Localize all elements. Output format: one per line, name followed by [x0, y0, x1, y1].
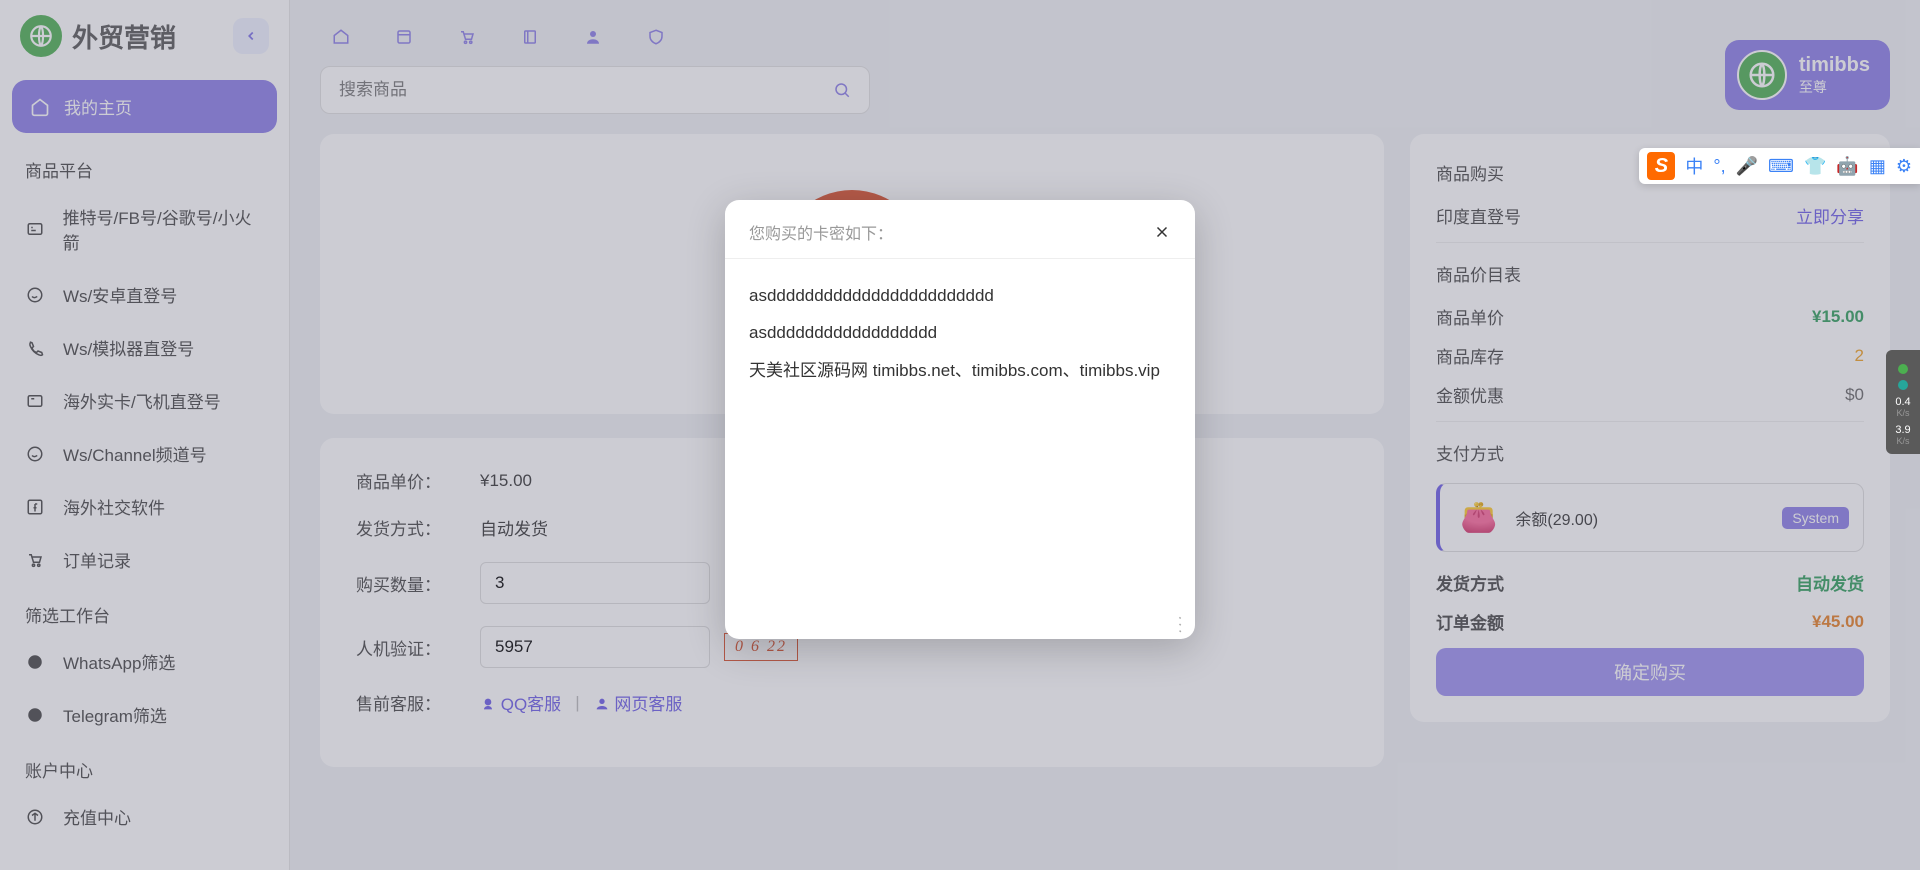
modal-body: asdddddddddddddddddddddddd asddddddddddd…	[725, 259, 1195, 639]
card-key-line: 天美社区源码网 timibbs.net、timibbs.com、timibbs.…	[749, 352, 1171, 389]
card-key-line: asdddddddddddddddddd	[749, 314, 1171, 351]
modal-title: 您购买的卡密如下：	[749, 220, 893, 244]
sogou-logo-icon: S	[1647, 152, 1675, 180]
modal-header: 您购买的卡密如下：	[725, 200, 1195, 259]
ime-toolbar[interactable]: S 中 °, 🎤 ⌨ 👕 🤖 ▦ ⚙	[1639, 148, 1920, 184]
card-keys-modal: 您购买的卡密如下： asdddddddddddddddddddddddd asd…	[725, 200, 1195, 639]
modal-overlay[interactable]: 您购买的卡密如下： asdddddddddddddddddddddddd asd…	[0, 0, 1920, 870]
card-key-line: asdddddddddddddddddddddddd	[749, 277, 1171, 314]
modal-close-button[interactable]	[1153, 223, 1171, 241]
ime-robot-icon[interactable]: 🤖	[1836, 156, 1858, 177]
close-icon	[1153, 223, 1171, 241]
ime-mic-icon[interactable]: 🎤	[1736, 156, 1758, 177]
ime-shirt-icon[interactable]: 👕	[1804, 156, 1826, 177]
ime-lang-indicator[interactable]: 中	[1685, 153, 1703, 179]
ime-settings-icon[interactable]: ⚙	[1896, 156, 1912, 177]
download-speed: 3.9 K/s	[1888, 424, 1918, 446]
ime-keyboard-icon[interactable]: ⌨	[1768, 156, 1794, 177]
status-dot-teal	[1898, 380, 1908, 390]
network-speed-indicator[interactable]: 0.4 K/s 3.9 K/s	[1886, 350, 1920, 454]
status-dot-green	[1898, 364, 1908, 374]
ime-grid-icon[interactable]: ▦	[1869, 156, 1886, 177]
ime-punct-icon[interactable]: °,	[1713, 156, 1725, 177]
upload-speed: 0.4 K/s	[1888, 396, 1918, 418]
